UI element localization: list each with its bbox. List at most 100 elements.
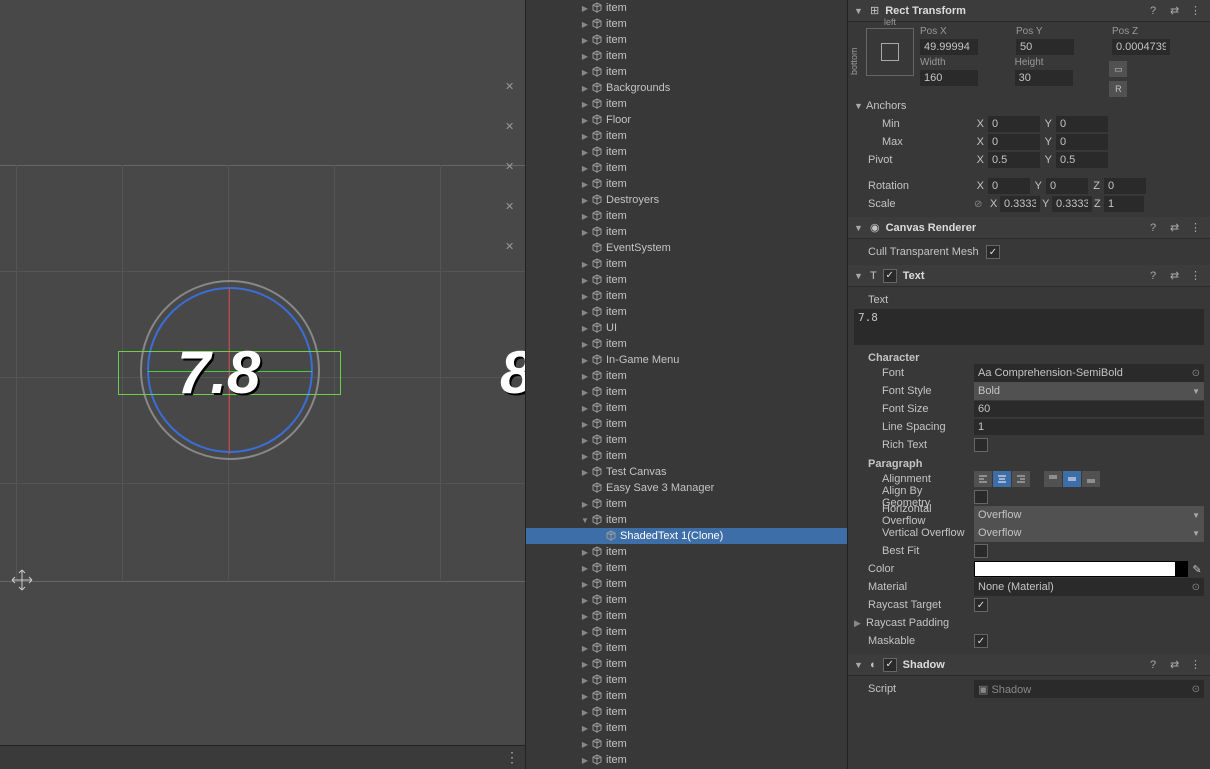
pos-x-input[interactable] [920,39,978,55]
hierarchy-item[interactable]: ▶item [526,656,847,672]
hierarchy-item[interactable]: ▶item [526,272,847,288]
align-middle-button[interactable] [1063,471,1081,487]
hierarchy-item[interactable]: ▶item [526,208,847,224]
hierarchy-item[interactable]: ▶item [526,704,847,720]
preset-icon[interactable]: ⇄ [1170,4,1184,17]
scale-z-input[interactable] [1104,196,1144,212]
rotation-z-input[interactable] [1104,178,1146,194]
help-icon[interactable]: ? [1150,270,1164,282]
pivot-x-input[interactable] [988,152,1040,168]
overlay-icon[interactable]: ✕ [505,240,521,256]
scale-y-input[interactable] [1052,196,1092,212]
help-icon[interactable]: ? [1150,659,1164,671]
collapse-arrow-icon[interactable]: ▼ [854,223,864,233]
text-enabled-checkbox[interactable] [883,269,897,283]
expand-arrow-icon[interactable]: ▶ [580,276,590,285]
expand-arrow-icon[interactable]: ▶ [580,148,590,157]
font-style-dropdown[interactable]: Bold▼ [974,382,1204,400]
expand-arrow-icon[interactable]: ▶ [580,564,590,573]
hierarchy-item[interactable]: ▶item [526,0,847,16]
hierarchy-item[interactable]: ▶item [526,368,847,384]
expand-arrow-icon[interactable]: ▶ [580,708,590,717]
font-size-input[interactable] [974,401,1204,417]
expand-arrow-icon[interactable]: ▶ [580,500,590,509]
expand-arrow-icon[interactable]: ▶ [580,596,590,605]
expand-arrow-icon[interactable]: ▶ [580,356,590,365]
align-bottom-button[interactable] [1082,471,1100,487]
expand-arrow-icon[interactable]: ▶ [580,756,590,765]
height-input[interactable] [1015,70,1073,86]
hierarchy-item[interactable]: Easy Save 3 Manager [526,480,847,496]
hierarchy-item[interactable]: ▶item [526,640,847,656]
expand-arrow-icon[interactable]: ▶ [580,4,590,13]
collapse-arrow-icon[interactable]: ▼ [854,271,864,281]
text-component-header[interactable]: ▼ T Text ? ⇄ ⋮ [848,265,1210,287]
kebab-icon[interactable]: ⋮ [1190,658,1204,671]
expand-arrow-icon[interactable]: ▶ [580,628,590,637]
expand-arrow-icon[interactable]: ▶ [580,660,590,669]
kebab-icon[interactable]: ⋮ [1190,269,1204,282]
hierarchy-item[interactable]: ▶item [526,256,847,272]
hierarchy-item[interactable]: ▶In-Game Menu [526,352,847,368]
hierarchy-item[interactable]: ▶Test Canvas [526,464,847,480]
hierarchy-item[interactable]: ▶item [526,672,847,688]
expand-arrow-icon[interactable]: ▶ [580,180,590,189]
align-top-button[interactable] [1044,471,1062,487]
expand-arrow-icon[interactable]: ▶ [580,36,590,45]
width-input[interactable] [920,70,978,86]
eyedropper-icon[interactable]: ✎ [1190,563,1204,576]
hierarchy-item[interactable]: ▶item [526,592,847,608]
raw-edit-button[interactable]: R [1109,81,1127,97]
preset-icon[interactable]: ⇄ [1170,269,1184,282]
preset-icon[interactable]: ⇄ [1170,221,1184,234]
align-left-button[interactable] [974,471,992,487]
hierarchy-item[interactable]: ▶item [526,288,847,304]
anchor-min-x-input[interactable] [988,116,1040,132]
hierarchy-item[interactable]: ▶UI [526,320,847,336]
rich-text-checkbox[interactable] [974,438,988,452]
expand-arrow-icon[interactable]: ▶ [580,212,590,221]
overlay-icon[interactable]: ✕ [505,200,521,216]
hierarchy-item[interactable]: ▶item [526,544,847,560]
expand-arrow-icon[interactable]: ▼ [580,516,590,525]
hierarchy-item[interactable]: ▶item [526,32,847,48]
expand-arrow-icon[interactable]: ▶ [580,100,590,109]
anchor-max-x-input[interactable] [988,134,1040,150]
hierarchy-item[interactable]: ▶item [526,16,847,32]
text-value-input[interactable] [854,309,1204,345]
expand-arrow-icon[interactable]: ▶ [580,260,590,269]
help-icon[interactable]: ? [1150,5,1164,17]
rotation-x-input[interactable] [988,178,1030,194]
overlay-icon[interactable]: ✕ [505,120,521,136]
expand-arrow-icon[interactable]: ▶ [580,420,590,429]
anchor-min-y-input[interactable] [1056,116,1108,132]
scene-text-object[interactable]: 7.8 [177,338,260,407]
pos-y-input[interactable] [1016,39,1074,55]
expand-arrow-icon[interactable]: ▶ [580,20,590,29]
expand-arrow-icon[interactable]: ▶ [580,372,590,381]
anchor-max-y-input[interactable] [1056,134,1108,150]
overlay-icon[interactable]: ✕ [505,80,521,96]
hierarchy-item[interactable]: ▼item [526,512,847,528]
font-field[interactable]: Aa Comprehension-SemiBold⊙ [974,364,1204,382]
hierarchy-item[interactable]: ▶Floor [526,112,847,128]
expand-arrow-icon[interactable]: ▶ [580,404,590,413]
canvas-renderer-header[interactable]: ▼ ◉ Canvas Renderer ? ⇄ ⋮ [848,217,1210,239]
expand-arrow-icon[interactable]: ▶ [580,164,590,173]
h-overflow-dropdown[interactable]: Overflow▼ [974,506,1204,524]
color-field[interactable] [974,561,1188,577]
shadow-enabled-checkbox[interactable] [883,658,897,672]
collapse-arrow-icon[interactable]: ▼ [854,101,864,111]
expand-arrow-icon[interactable]: ▶ [580,340,590,349]
best-fit-checkbox[interactable] [974,544,988,558]
expand-arrow-icon[interactable]: ▶ [580,196,590,205]
hierarchy-item[interactable]: ▶item [526,688,847,704]
scale-x-input[interactable] [1000,196,1040,212]
shadow-component-header[interactable]: ▼ ◐ Shadow ? ⇄ ⋮ [848,654,1210,676]
expand-arrow-icon[interactable]: ▶ [854,618,864,629]
pos-z-input[interactable] [1112,39,1170,55]
cull-transparent-checkbox[interactable] [986,245,1000,259]
v-overflow-dropdown[interactable]: Overflow▼ [974,524,1204,542]
hierarchy-item[interactable]: ▶item [526,176,847,192]
hierarchy-item[interactable]: ▶item [526,384,847,400]
